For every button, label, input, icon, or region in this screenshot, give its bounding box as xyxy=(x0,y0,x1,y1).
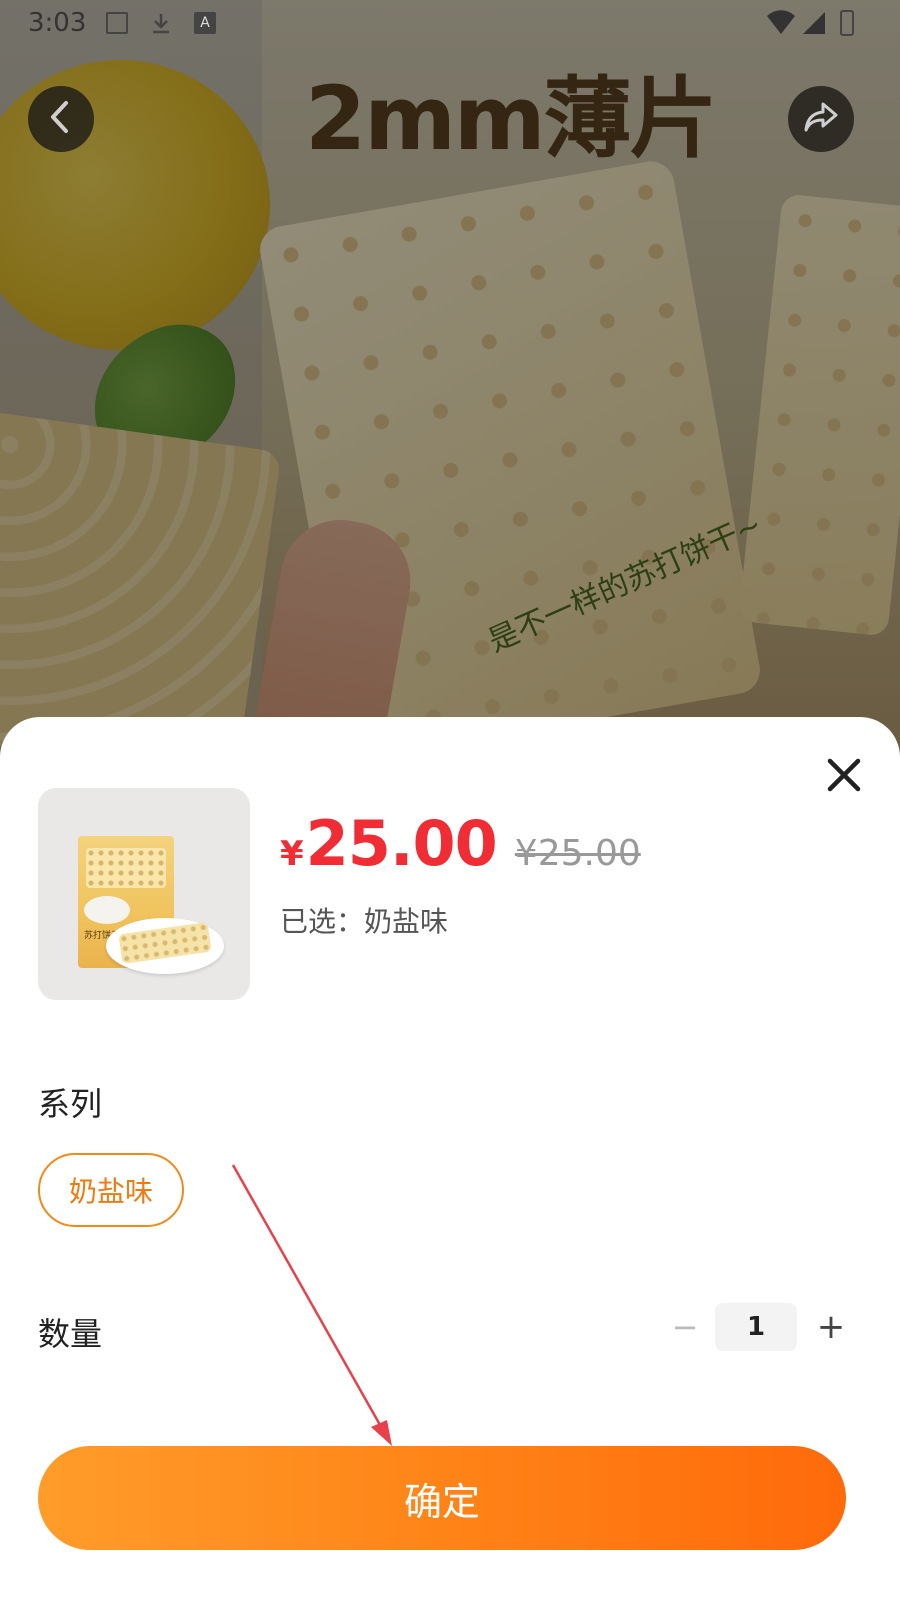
chevron-left-icon xyxy=(46,99,76,139)
confirm-button[interactable]: 确定 xyxy=(38,1446,846,1550)
close-button[interactable] xyxy=(824,755,864,795)
signal-icon xyxy=(802,11,826,35)
quantity-increase-button[interactable]: + xyxy=(812,1303,850,1351)
current-price: 25.00 xyxy=(305,807,498,880)
confirm-button-label: 确定 xyxy=(403,1479,480,1524)
price-row: ¥ 25.00 ¥25.00 xyxy=(280,807,641,880)
status-time: 3:03 xyxy=(28,8,87,38)
product-thumbnail[interactable]: 苏打饼干 xyxy=(38,788,250,1000)
battery-icon xyxy=(840,10,854,36)
option-chip-milk-salt[interactable]: 奶盐味 xyxy=(38,1153,184,1227)
share-icon xyxy=(803,101,839,137)
original-price: ¥25.00 xyxy=(514,833,641,874)
close-icon xyxy=(824,758,864,799)
status-bar: 3:03 A xyxy=(0,0,900,48)
price-currency: ¥ xyxy=(280,834,304,874)
quantity-title: 数量 xyxy=(38,1315,103,1353)
series-title: 系列 xyxy=(38,1085,103,1123)
image-icon xyxy=(106,12,128,34)
plate-image xyxy=(106,918,224,974)
wifi-icon xyxy=(766,10,796,36)
sku-selector-sheet: 苏打饼干 ¥ 25.00 ¥25.00 已选：奶盐味 系列 奶盐味 数量 − 1… xyxy=(0,717,900,1600)
back-button[interactable] xyxy=(28,86,94,152)
quantity-decrease-button[interactable]: − xyxy=(668,1305,702,1349)
font-icon: A xyxy=(194,12,216,34)
share-button[interactable] xyxy=(788,86,854,152)
quantity-input[interactable]: 1 xyxy=(715,1303,797,1351)
selected-variant-text: 已选：奶盐味 xyxy=(280,905,449,938)
download-icon xyxy=(150,12,172,34)
